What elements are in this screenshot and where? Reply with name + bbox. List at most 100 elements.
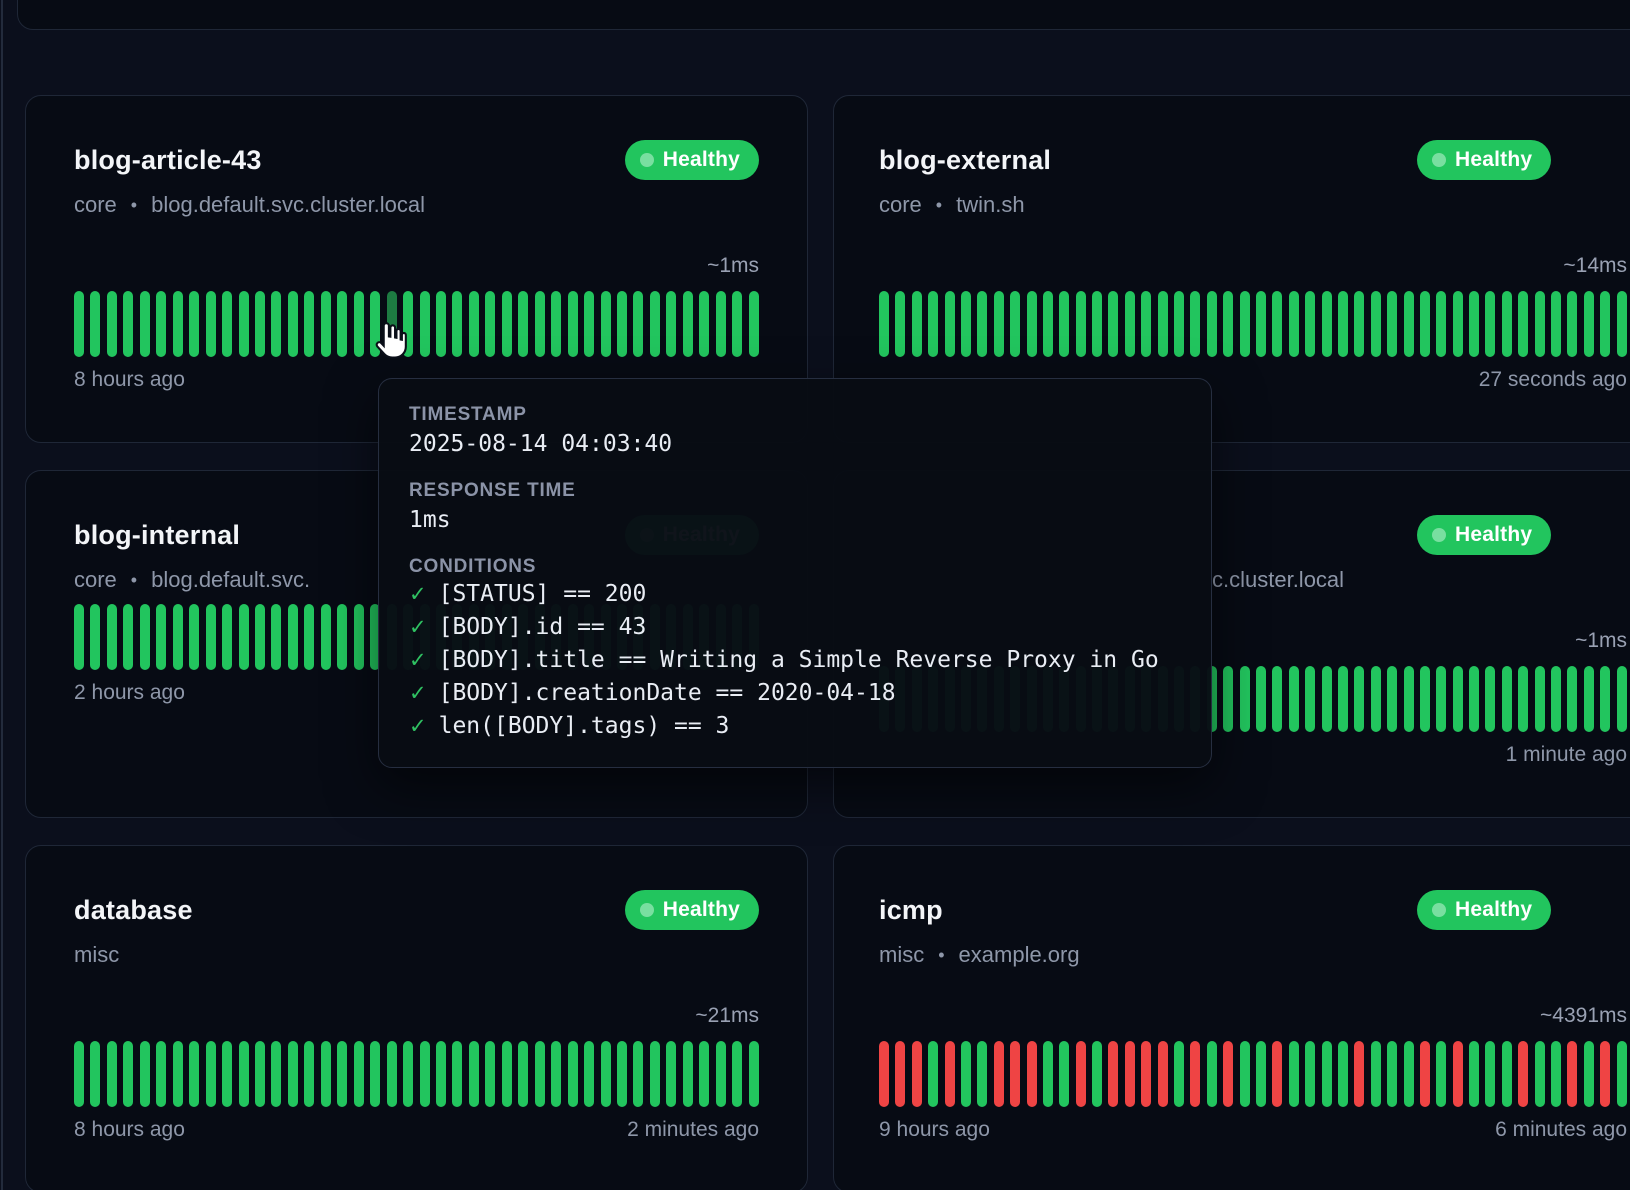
health-bar[interactable] [650, 291, 660, 357]
health-bar[interactable] [1223, 291, 1233, 357]
health-bar[interactable] [1338, 666, 1348, 732]
health-bar[interactable] [1502, 666, 1512, 732]
health-bar[interactable] [469, 291, 479, 357]
health-bar[interactable] [1108, 291, 1118, 357]
health-bar[interactable] [617, 1041, 627, 1107]
health-bar[interactable] [354, 604, 364, 670]
health-bar[interactable] [732, 1041, 742, 1107]
health-bar[interactable] [1600, 666, 1610, 732]
health-bar[interactable] [1404, 666, 1414, 732]
health-bar[interactable] [452, 1041, 462, 1107]
health-bar[interactable] [584, 291, 594, 357]
health-bar[interactable] [173, 291, 183, 357]
health-bar[interactable] [1125, 1041, 1135, 1107]
health-bar[interactable] [1108, 1041, 1118, 1107]
health-bar[interactable] [123, 291, 133, 357]
health-bar[interactable] [1338, 291, 1348, 357]
health-bar[interactable] [502, 291, 512, 357]
health-bar[interactable] [1305, 291, 1315, 357]
partial-card-top[interactable] [17, 0, 1630, 30]
health-bar[interactable] [222, 604, 232, 670]
health-bar[interactable] [617, 291, 627, 357]
health-bar[interactable] [1436, 1041, 1446, 1107]
health-bar[interactable] [518, 1041, 528, 1107]
health-bar[interactable] [107, 291, 117, 357]
health-bar[interactable] [1256, 666, 1266, 732]
health-bar[interactable] [436, 291, 446, 357]
health-bar[interactable] [1420, 291, 1430, 357]
health-bar[interactable] [387, 1041, 397, 1107]
health-bar[interactable] [156, 291, 166, 357]
health-bar[interactable] [699, 291, 709, 357]
health-bar[interactable] [354, 291, 364, 357]
health-bar[interactable] [1617, 1041, 1627, 1107]
health-bar[interactable] [107, 604, 117, 670]
health-bar[interactable] [977, 1041, 987, 1107]
health-bar[interactable] [584, 1041, 594, 1107]
health-bar[interactable] [74, 604, 84, 670]
health-bar[interactable] [1387, 1041, 1397, 1107]
health-bar[interactable] [535, 291, 545, 357]
health-bar[interactable] [420, 291, 430, 357]
health-bar[interactable] [206, 1041, 216, 1107]
health-bar[interactable] [1584, 291, 1594, 357]
health-bar[interactable] [1158, 1041, 1168, 1107]
health-bar[interactable] [1387, 291, 1397, 357]
health-bar[interactable] [1354, 291, 1364, 357]
health-bar[interactable] [140, 604, 150, 670]
health-bar[interactable] [994, 1041, 1004, 1107]
health-bar[interactable] [1551, 291, 1561, 357]
health-bar[interactable] [1010, 291, 1020, 357]
health-bar[interactable] [1076, 1041, 1086, 1107]
health-bar[interactable] [1485, 1041, 1495, 1107]
health-bar[interactable] [1207, 291, 1217, 357]
health-bar[interactable] [156, 604, 166, 670]
health-bar[interactable] [961, 291, 971, 357]
health-bar[interactable] [206, 291, 216, 357]
health-bar[interactable] [1600, 1041, 1610, 1107]
health-bar[interactable] [568, 1041, 578, 1107]
service-card[interactable]: database Healthy misc ~21ms 8 [25, 845, 808, 1190]
health-bar[interactable] [1027, 1041, 1037, 1107]
health-bar[interactable] [90, 291, 100, 357]
health-bar[interactable] [1420, 666, 1430, 732]
health-bar[interactable] [716, 1041, 726, 1107]
health-bar[interactable] [321, 1041, 331, 1107]
health-bar[interactable] [928, 291, 938, 357]
health-bar[interactable] [633, 1041, 643, 1107]
health-bar[interactable] [140, 1041, 150, 1107]
health-bar[interactable] [716, 291, 726, 357]
health-bar[interactable] [337, 604, 347, 670]
health-bar[interactable] [74, 1041, 84, 1107]
health-bar[interactable] [912, 1041, 922, 1107]
health-bar[interactable] [912, 291, 922, 357]
health-bar[interactable] [255, 604, 265, 670]
health-bar[interactable] [1322, 666, 1332, 732]
health-bar[interactable] [895, 291, 905, 357]
health-bar[interactable] [90, 1041, 100, 1107]
health-bar[interactable] [945, 291, 955, 357]
health-bar[interactable] [370, 1041, 380, 1107]
health-bar[interactable] [485, 1041, 495, 1107]
health-bar[interactable] [1404, 1041, 1414, 1107]
health-bar[interactable] [1371, 666, 1381, 732]
health-bar[interactable] [666, 291, 676, 357]
health-bar[interactable] [1518, 1041, 1528, 1107]
health-bar[interactable] [961, 1041, 971, 1107]
health-bar[interactable] [1174, 291, 1184, 357]
health-bar[interactable] [1436, 666, 1446, 732]
health-bar[interactable] [666, 1041, 676, 1107]
health-bar[interactable] [1567, 291, 1577, 357]
health-bar[interactable] [222, 291, 232, 357]
health-bar[interactable] [1535, 291, 1545, 357]
health-bar[interactable] [683, 1041, 693, 1107]
health-bar[interactable] [288, 604, 298, 670]
health-bar[interactable] [1076, 291, 1086, 357]
health-bar[interactable] [1485, 666, 1495, 732]
health-bar[interactable] [601, 1041, 611, 1107]
health-bar[interactable] [271, 604, 281, 670]
health-bar[interactable] [1453, 291, 1463, 357]
health-bar[interactable] [206, 604, 216, 670]
health-bar[interactable] [1141, 1041, 1151, 1107]
health-bar[interactable] [1223, 666, 1233, 732]
